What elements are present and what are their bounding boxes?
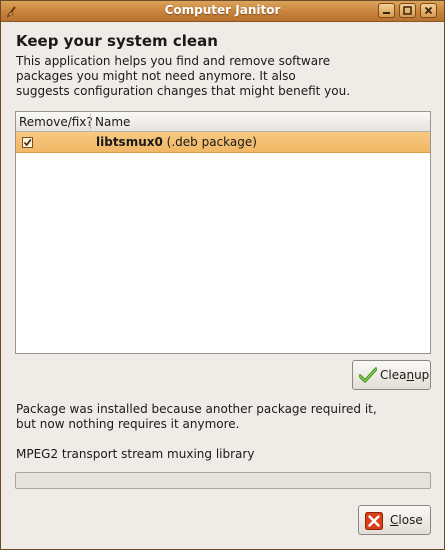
description-line: packages you might not need anymore. It … — [16, 69, 296, 83]
title-bar[interactable]: Computer Janitor — [1, 1, 444, 22]
reason-line: Package was installed because another pa… — [16, 402, 377, 416]
package-type: (.deb package) — [166, 135, 257, 149]
close-icon — [424, 6, 433, 15]
maximize-icon — [403, 6, 412, 15]
reason-line: but now nothing requires it anymore. — [16, 417, 240, 431]
column-header-remove-fix[interactable]: Remove/fix? — [19, 115, 93, 129]
package-reason: Package was installed because another pa… — [16, 402, 416, 432]
computer-janitor-window: Computer Janitor Keep your system clean … — [0, 0, 445, 550]
intro-description: This application helps you find and remo… — [16, 54, 436, 99]
description-line: This application helps you find and remo… — [16, 54, 331, 68]
description-line: suggests configuration changes that migh… — [16, 84, 351, 98]
column-separator[interactable] — [90, 114, 91, 129]
maximize-button[interactable] — [399, 3, 416, 18]
package-id: libtsmux0 — [96, 135, 163, 149]
package-list[interactable]: Remove/fix? Name libtsmux0 (.deb package… — [15, 111, 431, 354]
list-item[interactable]: libtsmux0 (.deb package) — [16, 132, 430, 153]
list-header: Remove/fix? Name — [16, 112, 430, 132]
checkmark-icon — [23, 139, 32, 147]
page-heading: Keep your system clean — [16, 32, 218, 50]
close-label: Close — [390, 513, 423, 527]
progress-bar — [15, 472, 431, 489]
column-header-name[interactable]: Name — [95, 115, 130, 129]
minimize-icon — [383, 12, 390, 14]
window-close-button[interactable] — [420, 3, 437, 18]
check-icon — [359, 367, 377, 383]
minimize-button[interactable] — [378, 3, 395, 18]
close-button[interactable]: Close — [358, 505, 431, 535]
cleanup-label: Cleanup — [380, 368, 430, 382]
cleanup-button[interactable]: Cleanup — [352, 360, 431, 390]
remove-checkbox[interactable] — [22, 137, 33, 148]
close-icon — [365, 512, 383, 530]
package-name: libtsmux0 (.deb package) — [96, 135, 257, 149]
package-summary: MPEG2 transport stream muxing library — [16, 447, 255, 461]
